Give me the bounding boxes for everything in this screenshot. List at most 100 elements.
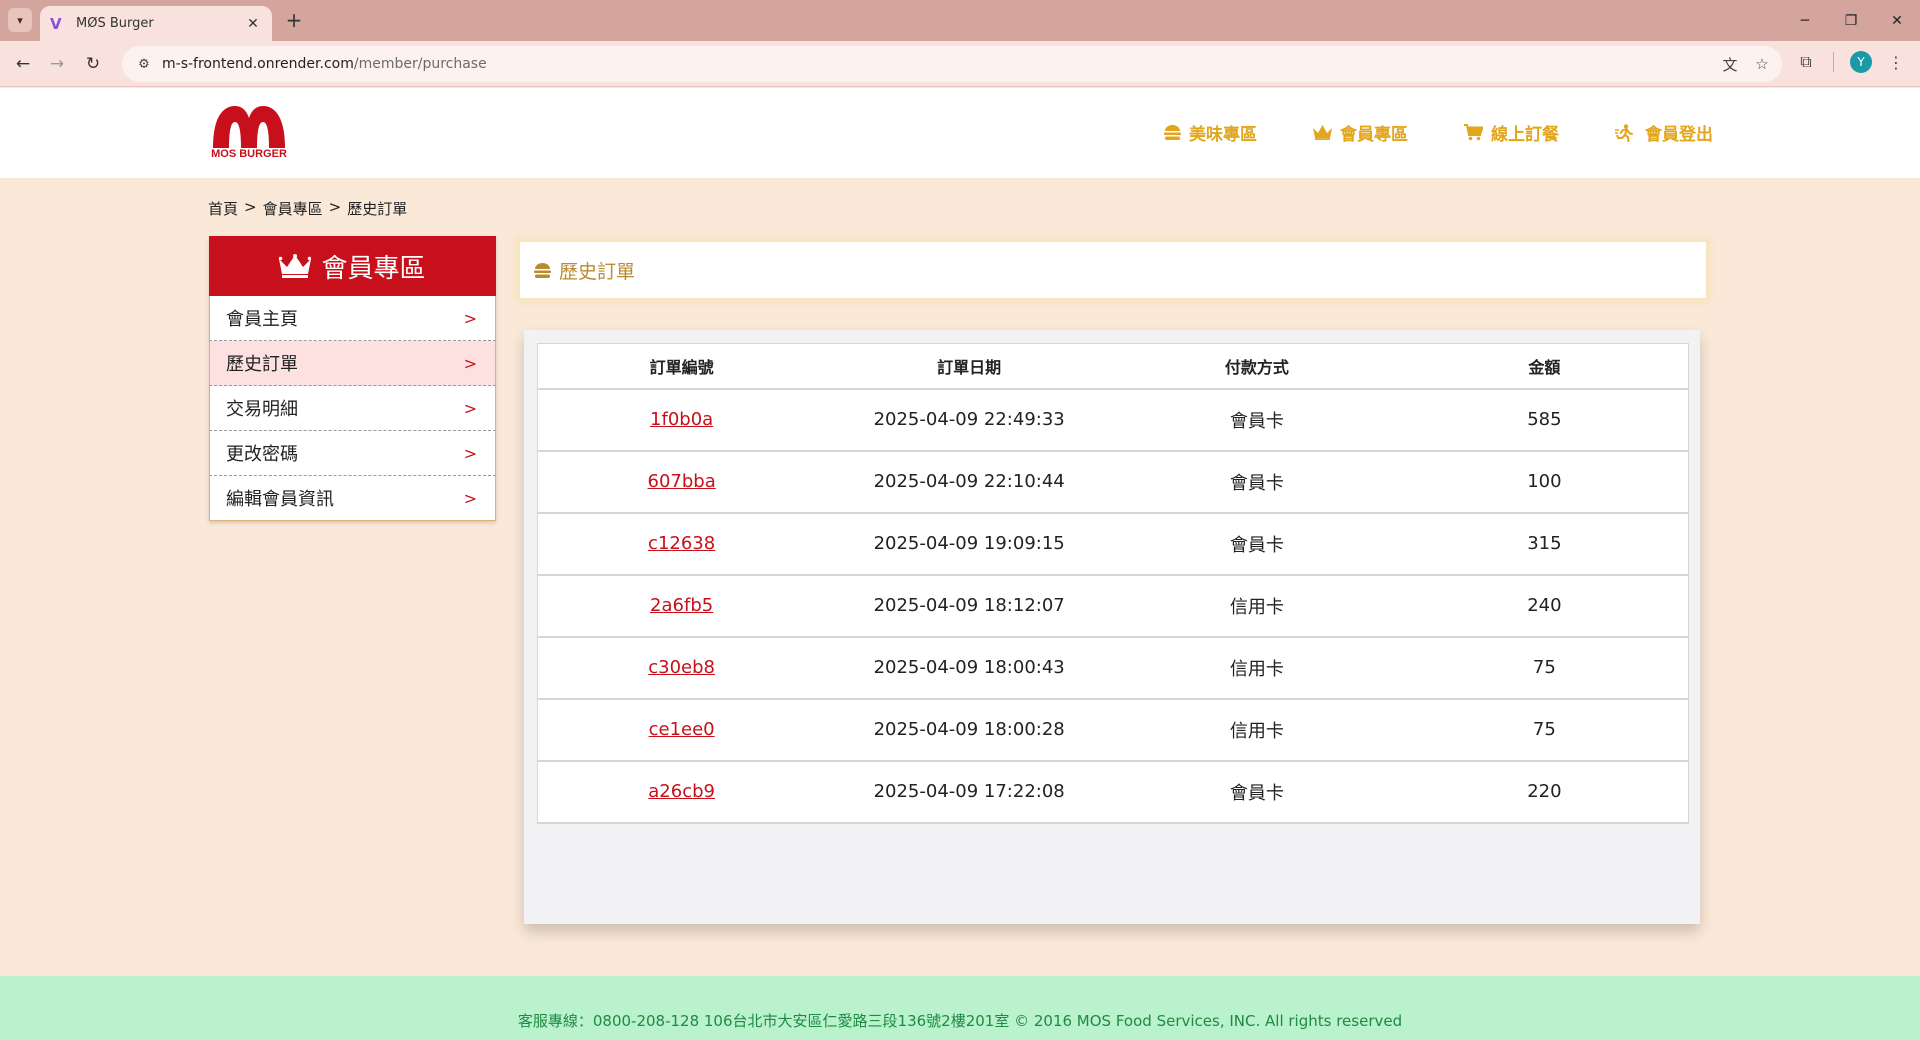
amount-cell: 220	[1400, 760, 1689, 824]
breadcrumb-separator: >	[328, 198, 342, 216]
cart-icon	[1464, 124, 1483, 141]
order-id-link[interactable]: 1f0b0a	[650, 409, 713, 430]
order-date-cell: 2025-04-09 19:09:15	[825, 512, 1114, 576]
site-header: MOS BURGER 美味專區 會員專區 線上訂餐 會員登出	[0, 88, 1920, 178]
payment-cell: 信用卡	[1113, 636, 1401, 700]
order-id-cell: c12638	[537, 512, 826, 576]
table-row: c30eb8 2025-04-09 18:00:43 信用卡 75	[537, 636, 1689, 700]
site-footer: 客服專線：0800-208-128 106台北市大安區仁愛路三段136號2樓20…	[0, 976, 1920, 1040]
close-icon[interactable]: ✕	[244, 16, 262, 32]
chevron-right-icon: >	[463, 308, 477, 328]
breadcrumb-separator: >	[244, 198, 257, 216]
forward-button[interactable]: →	[44, 51, 70, 77]
breadcrumb-member[interactable]: 會員專區	[263, 198, 323, 219]
nav-item-member[interactable]: 會員專區	[1313, 120, 1408, 145]
profile-avatar[interactable]: Y	[1850, 51, 1872, 73]
more-menu-icon[interactable]: ⋮	[1888, 53, 1904, 72]
payment-cell: 會員卡	[1113, 760, 1401, 824]
member-sidebar: 會員專區 會員主頁 > 歷史訂單 > 交易明細 > 更改密碼 > 編輯會員資訊 …	[209, 236, 496, 521]
table-row: a26cb9 2025-04-09 17:22:08 會員卡 220	[537, 760, 1689, 824]
logo-text: MOS BURGER	[211, 148, 287, 160]
column-header-payment: 付款方式	[1113, 343, 1401, 390]
sidebar-item-label: 更改密碼	[226, 444, 298, 465]
omnibox-actions: 文 ☆	[1720, 54, 1772, 74]
table-row: c12638 2025-04-09 19:09:15 會員卡 315	[537, 512, 1689, 576]
order-id-link[interactable]: 607bba	[648, 471, 716, 492]
column-header-order-date: 訂單日期	[825, 343, 1114, 390]
mos-logo-mark-icon	[213, 106, 285, 148]
star-icon[interactable]: ☆	[1752, 54, 1772, 74]
restore-button[interactable]: ❐	[1828, 0, 1874, 41]
orders-card: 訂單編號 訂單日期 付款方式 金額 1f0b0a 2025-04-09 22:4…	[524, 330, 1700, 924]
exit-running-icon	[1615, 123, 1633, 142]
breadcrumb-home[interactable]: 首頁	[208, 198, 238, 219]
reload-button[interactable]: ↻	[80, 51, 106, 77]
sidebar-item-label: 交易明細	[226, 399, 298, 420]
address-bar[interactable]: ⚙ m-s-frontend.onrender.com/member/purch…	[122, 46, 1782, 82]
close-window-button[interactable]: ✕	[1874, 0, 1920, 41]
minimize-icon: ─	[1800, 12, 1810, 29]
browser-tab-active[interactable]: V MØS Burger ✕	[40, 6, 272, 41]
sidebar-item-member-home[interactable]: 會員主頁 >	[209, 296, 496, 341]
nav-item-logout[interactable]: 會員登出	[1615, 120, 1713, 145]
sidebar-item-order-history[interactable]: 歷史訂單 >	[209, 341, 496, 386]
browser-tab-bar: ▾ V MØS Burger ✕ + ─ ❐ ✕	[0, 0, 1920, 41]
amount-cell: 75	[1400, 636, 1689, 700]
table-row: 1f0b0a 2025-04-09 22:49:33 會員卡 585	[537, 388, 1689, 452]
order-date-cell: 2025-04-09 18:00:43	[825, 636, 1114, 700]
order-date-cell: 2025-04-09 22:10:44	[825, 450, 1114, 514]
order-id-link[interactable]: ce1ee0	[649, 719, 715, 740]
table-header-row: 訂單編號 訂單日期 付款方式 金額	[537, 343, 1689, 390]
tab-title: MØS Burger	[76, 16, 154, 31]
amount-cell: 75	[1400, 698, 1689, 762]
nav-item-order-online[interactable]: 線上訂餐	[1464, 120, 1559, 145]
chevron-right-icon: >	[463, 443, 477, 463]
amount-cell: 315	[1400, 512, 1689, 576]
sidebar-item-label: 歷史訂單	[226, 354, 298, 375]
payment-cell: 會員卡	[1113, 512, 1401, 576]
sidebar-item-change-password[interactable]: 更改密碼 >	[209, 431, 496, 476]
table-row: 607bba 2025-04-09 22:10:44 會員卡 100	[537, 450, 1689, 514]
order-date-cell: 2025-04-09 18:12:07	[825, 574, 1114, 638]
order-id-cell: a26cb9	[537, 760, 826, 824]
breadcrumb: 首頁 > 會員專區 > 歷史訂單	[208, 198, 407, 219]
translate-icon[interactable]: 文	[1720, 54, 1740, 74]
order-id-link[interactable]: c30eb8	[648, 657, 715, 678]
tab-search-button[interactable]: ▾	[8, 8, 32, 32]
payment-cell: 信用卡	[1113, 574, 1401, 638]
restore-icon: ❐	[1844, 12, 1858, 29]
sidebar-item-edit-profile[interactable]: 編輯會員資訊 >	[209, 476, 496, 521]
burger-icon	[1164, 125, 1181, 140]
column-header-amount: 金額	[1400, 343, 1689, 390]
mos-burger-logo[interactable]: MOS BURGER	[207, 104, 291, 166]
order-id-link[interactable]: a26cb9	[648, 781, 715, 802]
sidebar-header: 會員專區	[209, 236, 496, 296]
chevron-right-icon: >	[463, 353, 477, 373]
breadcrumb-current: 歷史訂單	[347, 200, 408, 218]
sidebar-item-transaction-details[interactable]: 交易明細 >	[209, 386, 496, 431]
order-id-link[interactable]: 2a6fb5	[650, 595, 713, 616]
crown-icon	[1313, 125, 1332, 140]
panel-title-text: 歷史訂單	[559, 260, 636, 283]
minimize-button[interactable]: ─	[1782, 0, 1828, 41]
new-tab-button[interactable]: +	[282, 8, 306, 32]
chevron-down-icon: ▾	[17, 13, 23, 27]
payment-cell: 會員卡	[1113, 450, 1401, 514]
extensions-icon[interactable]: ⧉	[1795, 51, 1817, 73]
panel-title: 歷史訂單	[520, 242, 1706, 298]
amount-cell: 100	[1400, 450, 1689, 514]
order-id-link[interactable]: c12638	[648, 533, 715, 554]
payment-cell: 會員卡	[1113, 388, 1401, 452]
order-id-cell: c30eb8	[537, 636, 826, 700]
site-settings-icon[interactable]: ⚙	[134, 54, 154, 74]
back-button[interactable]: ←	[10, 51, 36, 77]
toolbar-divider	[1833, 52, 1834, 72]
sidebar-item-label: 會員主頁	[226, 309, 298, 330]
payment-cell: 信用卡	[1113, 698, 1401, 762]
burger-icon	[534, 262, 551, 278]
crown-icon	[279, 254, 312, 278]
chevron-right-icon: >	[463, 398, 477, 418]
reload-icon: ↻	[85, 54, 101, 74]
nav-item-delicious[interactable]: 美味專區	[1164, 120, 1257, 145]
column-header-order-id: 訂單編號	[537, 343, 826, 390]
